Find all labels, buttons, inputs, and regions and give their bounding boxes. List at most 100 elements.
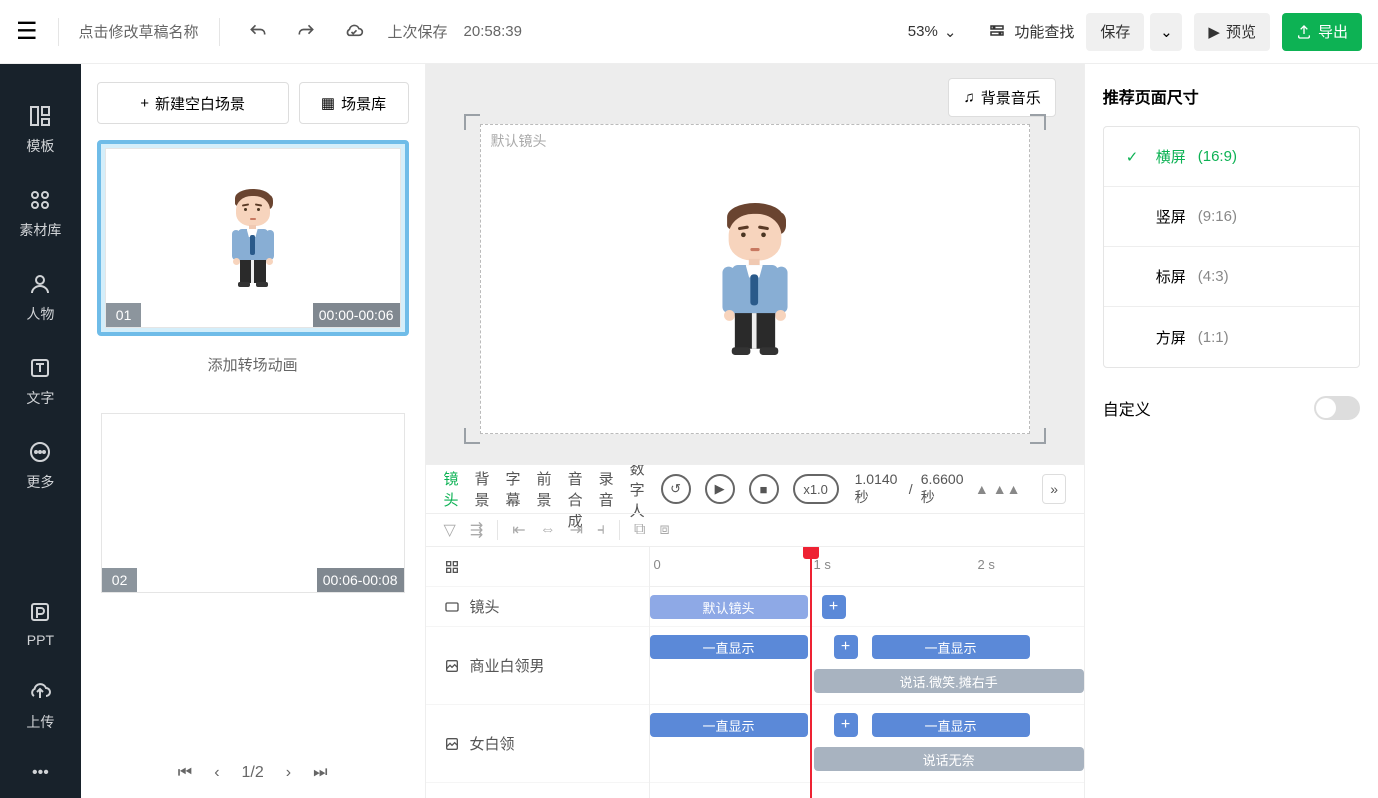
preview-button[interactable]: ▶预览 bbox=[1194, 13, 1270, 51]
playhead[interactable] bbox=[810, 547, 812, 798]
character-on-canvas[interactable] bbox=[724, 202, 786, 357]
tab-shot[interactable]: 镜头 bbox=[444, 468, 459, 510]
sidebar-item-characters[interactable]: 人物 bbox=[0, 256, 81, 340]
scene-card-1[interactable]: 01 00:00-00:06 bbox=[97, 140, 409, 336]
hierarchy-icon[interactable]: ⇶ bbox=[470, 520, 483, 540]
pager-next[interactable]: › bbox=[286, 764, 291, 782]
distribute-icon[interactable]: ⫞ bbox=[597, 521, 605, 539]
ruler-corner bbox=[426, 547, 649, 587]
add-clip-button[interactable]: + bbox=[834, 635, 858, 659]
save-dropdown[interactable]: ⌄ bbox=[1150, 13, 1182, 51]
stop-button[interactable]: ■ bbox=[749, 474, 779, 504]
timeline-ruler[interactable]: 0 1 s 2 s 3 s 4 s bbox=[650, 547, 1084, 587]
pager-page: 1/2 bbox=[242, 764, 264, 782]
ruler-tick: 2 s bbox=[978, 557, 995, 572]
rewind-button[interactable]: ↺ bbox=[661, 474, 691, 504]
play-button[interactable]: ▶ bbox=[705, 474, 735, 504]
redo-button[interactable] bbox=[288, 14, 324, 50]
track-label-shot[interactable]: 镜头 bbox=[426, 587, 649, 627]
scene-panel: +新建空白场景 ▦场景库 01 00:00-00:06 添加转场动画 02 00… bbox=[81, 64, 426, 798]
track-label-male[interactable]: 商业白领男 bbox=[426, 627, 649, 705]
last-saved-time: 20:58:39 bbox=[464, 23, 522, 40]
timeline-panel: 镜头 背景 字幕 前景 语音合成 录音 数字人 ↺ ▶ ■ x1.0 1.014… bbox=[426, 464, 1084, 798]
grid-icon: ▦ bbox=[321, 94, 335, 112]
align-center-icon[interactable]: ⇔ bbox=[540, 521, 556, 539]
track-female[interactable]: 一直显示 + 一直显示 说话无奈 bbox=[650, 705, 1084, 783]
tab-subtitle[interactable]: 字幕 bbox=[506, 468, 521, 510]
sidebar-overflow[interactable]: ••• bbox=[32, 748, 49, 798]
save-button[interactable]: 保存 bbox=[1086, 13, 1144, 51]
clip-male-1[interactable]: 一直显示 bbox=[650, 635, 808, 659]
scene-card-2[interactable]: 02 00:06-00:08 bbox=[97, 409, 409, 597]
pager-prev[interactable]: ‹ bbox=[214, 764, 219, 782]
panel-title: 推荐页面尺寸 bbox=[1103, 84, 1360, 108]
ruler-tick: 1 s bbox=[814, 557, 831, 572]
divider bbox=[58, 18, 59, 46]
crop-corner-icon bbox=[1030, 428, 1046, 444]
sidebar-item-assets[interactable]: 素材库 bbox=[0, 172, 81, 256]
scene-timerange: 00:06-00:08 bbox=[317, 568, 404, 592]
undo-button[interactable] bbox=[240, 14, 276, 50]
aspect-option-portrait[interactable]: 竖屏(9:16) bbox=[1104, 187, 1359, 247]
timeline-toolbar: ▽ ⇶ ⇤ ⇔ ⇥ ⫞ ⧉ ⧈ bbox=[426, 513, 1084, 547]
clip-female-action[interactable]: 说话无奈 bbox=[814, 747, 1084, 771]
new-blank-scene-button[interactable]: +新建空白场景 bbox=[97, 82, 289, 124]
add-transition-button[interactable]: 添加转场动画 bbox=[97, 354, 409, 375]
zoom-in-icon[interactable]: ▲▲ bbox=[993, 481, 1021, 497]
hamburger-icon[interactable]: ☰ bbox=[16, 17, 38, 46]
align-right-icon[interactable]: ⇥ bbox=[570, 520, 583, 540]
link-icon[interactable]: ⧉ bbox=[634, 521, 645, 539]
canvas-stage[interactable]: 默认镜头 bbox=[480, 124, 1030, 434]
speed-button[interactable]: x1.0 bbox=[793, 474, 839, 504]
clip-default-shot[interactable]: 默认镜头 bbox=[650, 595, 808, 619]
tab-foreground[interactable]: 前景 bbox=[537, 468, 552, 510]
align-left-icon[interactable]: ⇤ bbox=[512, 520, 525, 540]
aspect-option-standard[interactable]: 标屏(4:3) bbox=[1104, 247, 1359, 307]
chevron-down-icon: ⌄ bbox=[944, 23, 957, 41]
unlink-icon[interactable]: ⧈ bbox=[659, 521, 669, 539]
sidebar-item-more[interactable]: 更多 bbox=[0, 424, 81, 508]
export-button[interactable]: 导出 bbox=[1282, 13, 1362, 51]
tab-record[interactable]: 录音 bbox=[599, 468, 614, 510]
custom-size-label: 自定义 bbox=[1103, 396, 1151, 420]
zoom-control[interactable]: 53%⌄ bbox=[908, 23, 957, 41]
sidebar-item-ppt[interactable]: PPT bbox=[0, 584, 81, 664]
track-shot[interactable]: 默认镜头 + bbox=[650, 587, 1084, 627]
clip-female-2[interactable]: 一直显示 bbox=[872, 713, 1030, 737]
clip-female-1[interactable]: 一直显示 bbox=[650, 713, 808, 737]
character-thumb bbox=[233, 188, 273, 288]
aspect-option-square[interactable]: 方屏(1:1) bbox=[1104, 307, 1359, 367]
default-shot-label: 默认镜头 bbox=[491, 133, 547, 149]
crop-corner-icon bbox=[464, 428, 480, 444]
clip-male-2[interactable]: 一直显示 bbox=[872, 635, 1030, 659]
play-icon: ▶ bbox=[1208, 23, 1220, 41]
scene-timerange: 00:00-00:06 bbox=[313, 303, 400, 327]
track-male[interactable]: 一直显示 + 一直显示 说话.微笑.摊右手 bbox=[650, 627, 1084, 705]
cloud-save-icon[interactable] bbox=[336, 14, 372, 50]
search-functions[interactable]: 功能查找 bbox=[988, 21, 1074, 42]
expand-timeline-button[interactable]: » bbox=[1042, 474, 1065, 504]
clip-male-action[interactable]: 说话.微笑.摊右手 bbox=[814, 669, 1084, 693]
sidebar-item-upload[interactable]: 上传 bbox=[0, 664, 81, 748]
scene-number: 01 bbox=[106, 303, 142, 327]
add-clip-button[interactable]: + bbox=[822, 595, 846, 619]
add-clip-button[interactable]: + bbox=[834, 713, 858, 737]
check-icon: ✓ bbox=[1126, 148, 1144, 166]
track-label-female[interactable]: 女白领 bbox=[426, 705, 649, 783]
canvas-area: ♫背景音乐 默认镜头 bbox=[426, 64, 1084, 464]
sidebar-item-text[interactable]: 文字 bbox=[0, 340, 81, 424]
sidebar-item-templates[interactable]: 模板 bbox=[0, 88, 81, 172]
ruler-tick: 0 bbox=[654, 557, 661, 572]
pager-last[interactable]: ⏭ bbox=[313, 764, 327, 782]
pager-first[interactable]: ⏮ bbox=[178, 764, 192, 782]
draft-name[interactable]: 点击修改草稿名称 bbox=[79, 21, 199, 42]
custom-size-toggle[interactable] bbox=[1314, 396, 1360, 420]
divider bbox=[219, 18, 220, 46]
scene-library-button[interactable]: ▦场景库 bbox=[299, 82, 409, 124]
tab-background[interactable]: 背景 bbox=[475, 468, 490, 510]
aspect-option-landscape[interactable]: ✓横屏(16:9) bbox=[1104, 127, 1359, 187]
scene-number: 02 bbox=[102, 568, 138, 592]
upload-icon bbox=[1296, 24, 1312, 40]
zoom-out-icon[interactable]: ▲ bbox=[975, 481, 989, 497]
filter-icon[interactable]: ▽ bbox=[444, 520, 456, 540]
